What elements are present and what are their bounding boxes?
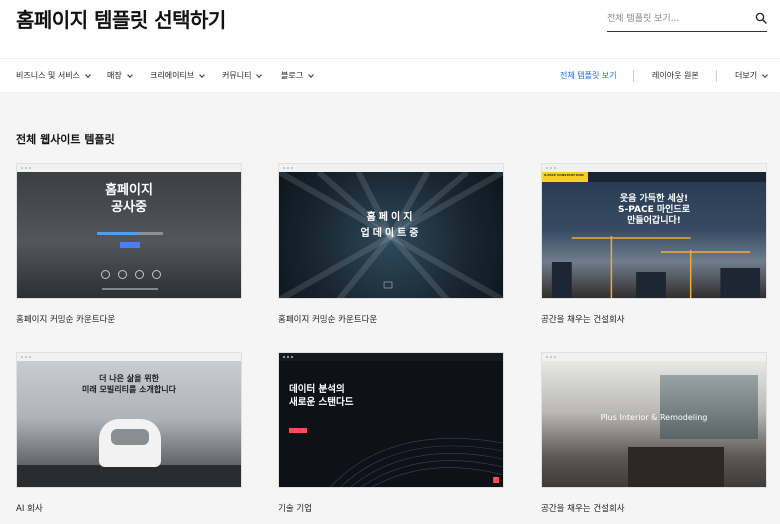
- nav-item-label: 매장: [107, 71, 122, 80]
- nav-item-creative[interactable]: 크리에이티브: [150, 70, 206, 81]
- chevron-down-icon: [308, 71, 314, 78]
- template-name[interactable]: 공간을 채우는 건설회사: [541, 313, 625, 325]
- preview-heading: 홈페이지: [366, 212, 416, 223]
- search-input[interactable]: [607, 10, 747, 28]
- template-name[interactable]: 기술 기업: [278, 502, 312, 514]
- preview-heading: 공사중: [111, 200, 147, 215]
- browser-bar: [17, 164, 241, 172]
- social-icons: [101, 270, 161, 279]
- preview-window: [660, 375, 758, 439]
- preview-kitchen-island: [628, 447, 724, 487]
- preview-footer: [17, 288, 241, 290]
- preview-heading: 홈페이지: [105, 183, 153, 198]
- nav-blank-layout[interactable]: 레이아웃 원본: [652, 70, 699, 81]
- template-gallery: 전체 웹사이트 템플릿 홈페이지 공사중 홈페이지 커밍순 카운트다운 홈페이지…: [0, 93, 780, 524]
- nav-item-business[interactable]: 비즈니스 및 서비스: [16, 70, 91, 81]
- preview-button: [289, 428, 307, 433]
- preview-heading: 새로운 스탠다드: [289, 397, 354, 408]
- browser-bar: [279, 353, 503, 361]
- preview-heading: 만들어갑니다!: [627, 216, 681, 226]
- preview-heading: 더 나은 삶을 위한: [99, 374, 159, 383]
- preview-road: [17, 465, 241, 487]
- template-preview: 홈페이지 공사중: [17, 172, 241, 298]
- template-preview: S-PACE CONSTRUCTION 웃음 가득한 세상! S-PACE 마인…: [542, 172, 766, 298]
- search-icon[interactable]: [755, 12, 767, 24]
- vehicle-graphic: [99, 419, 161, 467]
- template-name[interactable]: 공간을 채우는 건설회사: [541, 502, 625, 514]
- nav-item-label: 비즈니스 및 서비스: [16, 71, 80, 80]
- chevron-down-icon: [199, 71, 206, 78]
- template-thumbnail[interactable]: Plus Interior & Remodeling: [541, 352, 767, 488]
- template-preview: Plus Interior & Remodeling: [542, 361, 766, 487]
- page-title: 홈페이지 템플릿 선택하기: [16, 8, 226, 32]
- chevron-down-icon: [126, 71, 133, 78]
- browser-bar: [279, 164, 503, 172]
- nav-item-label: 블로그: [281, 71, 304, 80]
- template-thumbnail[interactable]: S-PACE CONSTRUCTION 웃음 가득한 세상! S-PACE 마인…: [541, 163, 767, 299]
- browser-bar: [542, 353, 766, 361]
- chevron-down-icon: [762, 71, 768, 78]
- category-nav: 비즈니스 및 서비스 매장 크리에이티브 커뮤니티 블로그 전체 템플릿 보기 …: [0, 58, 780, 92]
- nav-item-label: 커뮤니티: [222, 71, 252, 80]
- preview-heading: S-PACE 마인드로: [618, 205, 690, 215]
- section-title: 전체 웹사이트 템플릿: [16, 133, 115, 146]
- page-header: 홈페이지 템플릿 선택하기: [0, 0, 780, 58]
- chevron-down-icon: [85, 71, 91, 78]
- preview-heading: 업데이트중: [360, 228, 422, 239]
- nav-divider: [716, 70, 717, 82]
- template-thumbnail[interactable]: 더 나은 삶을 위한 미래 모빌리티를 소개합니다: [16, 352, 242, 488]
- nav-more-label: 더보기: [735, 71, 758, 80]
- preview-heading: Plus Interior & Remodeling: [600, 413, 708, 422]
- template-preview: 데이터 분석의 새로운 스탠다드: [279, 361, 503, 487]
- template-thumbnail[interactable]: 데이터 분석의 새로운 스탠다드: [278, 352, 504, 488]
- template-thumbnail[interactable]: 홈페이지 업데이트중: [278, 163, 504, 299]
- preview-heading: 미래 모빌리티를 소개합니다: [82, 385, 176, 394]
- template-preview: 홈페이지 업데이트중: [279, 172, 503, 298]
- crane-graphic: [551, 236, 761, 298]
- nav-more[interactable]: 더보기: [735, 70, 768, 81]
- template-name[interactable]: 홈페이지 커밍순 카운트다운: [278, 313, 377, 325]
- nav-all-templates[interactable]: 전체 템플릿 보기: [560, 70, 617, 81]
- preview-heading: 데이터 분석의: [289, 384, 345, 395]
- chevron-down-icon: [256, 71, 263, 78]
- search-box[interactable]: [607, 8, 767, 32]
- preview-button: [120, 242, 140, 248]
- template-name[interactable]: AI 회사: [16, 502, 43, 514]
- preview-heading: 웃음 가득한 세상!: [619, 194, 689, 204]
- nav-item-blog[interactable]: 블로그: [281, 70, 314, 81]
- template-name[interactable]: 홈페이지 커밍순 카운트다운: [16, 313, 115, 325]
- nav-divider: [633, 70, 634, 82]
- data-wave-graphic: [330, 438, 503, 487]
- nav-item-community[interactable]: 커뮤니티: [222, 70, 263, 81]
- nav-item-label: 크리에이티브: [150, 71, 195, 80]
- template-thumbnail[interactable]: 홈페이지 공사중: [16, 163, 242, 299]
- progress-bar: [97, 232, 163, 235]
- browser-bar: [17, 353, 241, 361]
- nav-item-store[interactable]: 매장: [107, 70, 133, 81]
- browser-bar: [542, 164, 766, 172]
- template-preview: 더 나은 삶을 위한 미래 모빌리티를 소개합니다: [17, 361, 241, 487]
